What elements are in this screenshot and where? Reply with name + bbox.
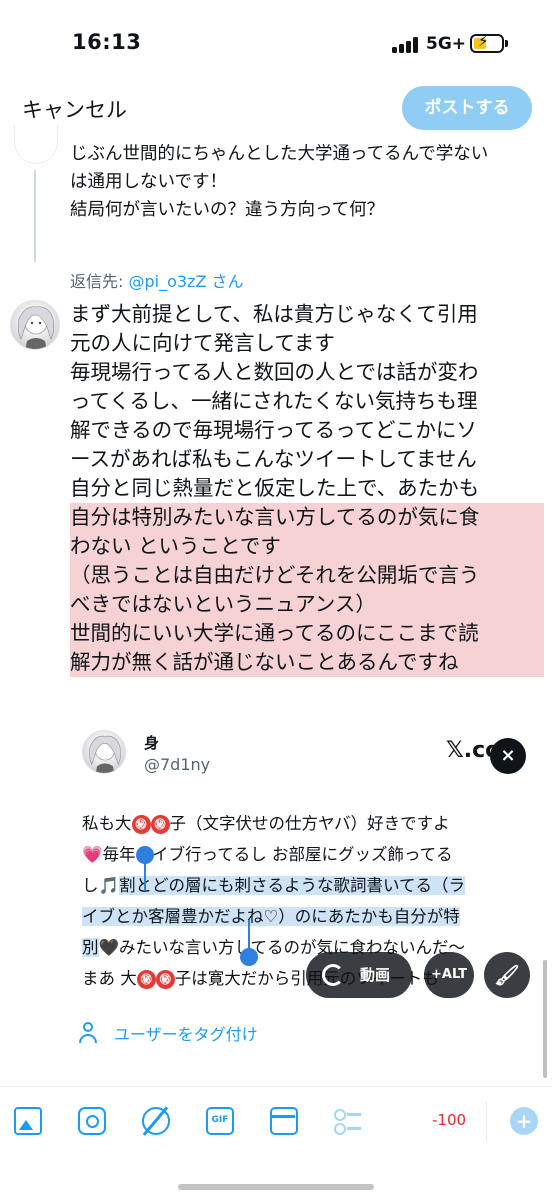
secret-icon: ㊙ [150, 815, 170, 834]
quoted-line: 私も大㊙㊙子（文字伏せの仕方ヤバ）好きですよ [82, 814, 450, 834]
character-counter: -100 [432, 1111, 467, 1129]
over-limit-line: べきではないというニュアンス） [70, 590, 544, 619]
video-icon [322, 964, 344, 986]
tag-users-label: ユーザーをタグ付け [114, 1025, 258, 1044]
selection-start-caret [144, 860, 146, 890]
quoted-line: し🎵割とどの層にも刺さるような歌詞書いてる（ラ [82, 876, 466, 895]
gif-icon[interactable]: GIF [206, 1107, 234, 1135]
alt-text-button[interactable]: +ALT [424, 952, 474, 998]
compose-line: まず大前提として、私は貴方じゃなくて引用 [70, 302, 478, 326]
cancel-button[interactable]: キャンセル [22, 94, 127, 124]
previous-tweet-line: は通用しないです！ [70, 172, 227, 192]
compose-line: 解できるので毎現場行ってるってどこかにソ [70, 418, 477, 442]
over-limit-line: わない ということです [70, 532, 544, 561]
reply-handle[interactable]: @pi_o3zZ [128, 272, 206, 291]
previous-avatar [14, 124, 58, 164]
replying-to[interactable]: 返信先: @pi_o3zZ さん [70, 268, 244, 292]
thread-line [34, 170, 36, 262]
reply-suffix: さん [206, 272, 244, 291]
previous-tweet-text: じぶん世間的にちゃんとした大学通ってるんで学ない は通用しないです！ 結局何が言… [70, 140, 540, 224]
compose-line: ってくるし、一緒にされたくない気持ちも理 [70, 389, 478, 413]
signal-icon [392, 37, 422, 53]
secret-icon: ㊙ [155, 970, 175, 989]
secret-icon: ㊙ [136, 970, 156, 989]
poll-icon[interactable] [334, 1107, 362, 1135]
compose-line: 毎現場行ってる人と数回の人とでは話が変わ [70, 360, 479, 384]
toolbar-separator [486, 1101, 487, 1141]
reply-prefix: 返信先: [70, 272, 129, 291]
add-post-button[interactable]: + [510, 1107, 538, 1135]
status-bar: 16:13 5G+ ⚡ [0, 0, 552, 80]
video-label: 動画 [360, 966, 391, 984]
text-selection: 割とどの層にも刺さるような歌詞書いてる（ラ [119, 876, 466, 895]
home-indicator[interactable] [178, 1184, 374, 1190]
edit-icon[interactable]: 🖌 [484, 952, 530, 998]
compose-line: ースがあれば私もこんなツイートしてません [70, 447, 477, 471]
person-icon [78, 1022, 98, 1044]
over-limit-line: 世間的にいい大学に通ってるのにここまで読 [70, 619, 544, 648]
video-button[interactable]: 動画 [306, 952, 412, 998]
user-avatar [10, 300, 60, 350]
close-icon[interactable]: × [490, 738, 526, 774]
schedule-icon[interactable] [270, 1107, 298, 1135]
over-limit-line: 解力が無く話が通じないことあるんですね [70, 648, 544, 677]
status-time: 16:13 [72, 30, 142, 54]
camera-icon[interactable] [78, 1107, 106, 1135]
quoted-name: 身 [144, 734, 160, 752]
grok-icon[interactable] [142, 1107, 170, 1135]
text-selection: イブとか客層豊かだよね♡）のにあたかも自分が特 [82, 907, 460, 926]
previous-tweet-line: じぶん世間的にちゃんとした大学通ってるんで学ない [70, 144, 489, 164]
post-button[interactable]: ポストする [402, 86, 532, 130]
previous-tweet-line: 結局何が言いたいの？違う方向って何？ [70, 200, 385, 220]
over-limit-line: 自分は特別みたいな言い方してるのが気に食 [70, 503, 544, 532]
compose-line: 自分と同じ熱量だと仮定した上で、あたかも [70, 476, 480, 500]
over-limit-line: （思うことは自由だけどそれを公開垢で言う [70, 561, 544, 590]
quoted-line: イブとか客層豊かだよね♡）のにあたかも自分が特 [82, 901, 522, 932]
battery-icon: ⚡ [470, 32, 504, 53]
compose-toolbar: GIF -100 + [0, 1087, 552, 1157]
quoted-avatar [82, 730, 126, 774]
scrollbar[interactable] [543, 960, 547, 1078]
secret-icon: ㊙ [131, 815, 151, 834]
quoted-handle: @7d1ny [144, 755, 211, 774]
selection-end-handle[interactable] [240, 948, 258, 966]
compose-line: 元の人に向けて発言してます [70, 331, 335, 355]
network-type: 5G+ [426, 34, 467, 54]
compose-header: キャンセル ポストする [0, 82, 552, 134]
compose-textarea[interactable]: まず大前提として、私は貴方じゃなくて引用 元の人に向けて発言してます 毎現場行っ… [70, 300, 544, 677]
battery-nub [505, 40, 508, 47]
image-icon[interactable] [14, 1107, 42, 1135]
text-selection: 別 [82, 938, 99, 957]
